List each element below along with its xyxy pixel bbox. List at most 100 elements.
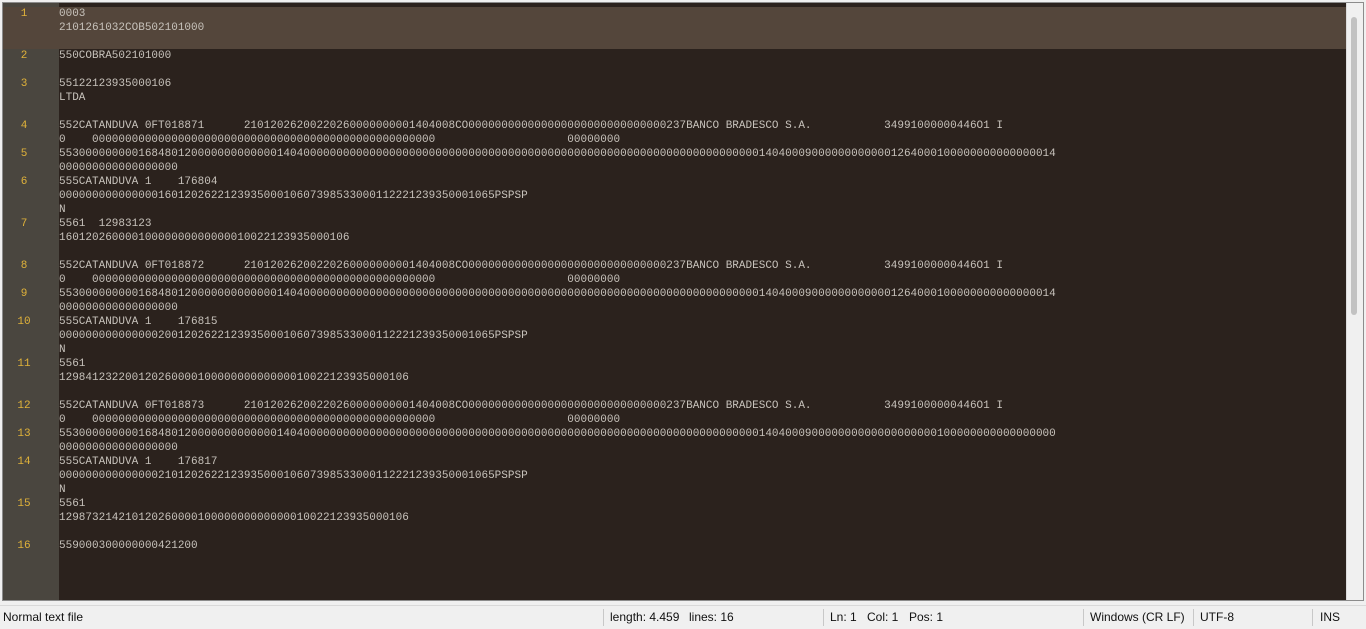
text-segment: 1601202600001000000000000001002212393500… (59, 232, 350, 244)
text-segment: 555CATANDUVA 1 176815 (59, 316, 218, 328)
text-segment: 550COBRA502101000 (59, 50, 172, 62)
editor-line[interactable]: 8 552CATANDUVA 0FT018872 2101202620022026… (3, 259, 1347, 287)
scrollbar-thumb[interactable] (1351, 17, 1357, 315)
text-segment: 5530000000001684801200000000000001404000… (59, 288, 1056, 300)
text-segment: 55122123935000106 (59, 78, 172, 90)
line-number: 14 (17, 456, 31, 468)
line-number: 9 (20, 288, 28, 300)
line-text: 555CATANDUVA 1 176815 (59, 315, 1347, 329)
column-position-label: Col: 1 (867, 610, 899, 624)
status-divider (1193, 609, 1194, 626)
line-number: 11 (17, 358, 31, 370)
line-text: 5530000000001684801200000000000001404000… (59, 147, 1347, 161)
line-position-label: Ln: 1 (830, 610, 857, 624)
text-segment: 555CATANDUVA 1 176817 (59, 456, 218, 468)
text-segment: 0 00000000000000000000000000000000000000… (59, 134, 621, 146)
line-text: 552CATANDUVA 0FT018873 21012026200220260… (59, 399, 1347, 413)
editor-content[interactable]: 1 0003 2101261032COB502101000 2 550COBRA502… (3, 7, 1347, 567)
lines-count-label: lines: 16 (689, 610, 734, 624)
text-segment: 000000000000000000 (59, 442, 178, 454)
status-bar: Normal text file length: 4.459 lines: 16… (0, 605, 1366, 629)
eol-format-label[interactable]: Windows (CR LF) (1090, 606, 1185, 629)
text-segment: 5561 (59, 358, 86, 370)
line-text: 0003 (59, 7, 1347, 21)
line-number: 3 (20, 78, 28, 90)
editor-line[interactable]: 5 553000000000168480120000000000000140400… (3, 147, 1347, 175)
editor-line[interactable]: 6 555CATANDUVA 1 176804 000000000000000160… (3, 175, 1347, 217)
editor-line[interactable]: 10 555CATANDUVA 1 176815 00000000000000020… (3, 315, 1347, 357)
editor-line[interactable]: 4 552CATANDUVA 0FT018871 2101202620022026… (3, 119, 1347, 147)
text-segment: 5530000000001684801200000000000001404000… (59, 428, 1056, 440)
line-text: 55122123935000106 (59, 77, 1347, 91)
text-segment: 2101261032COB502101000 (59, 22, 205, 34)
line-text: 559000300000000421200 (59, 539, 1347, 553)
text-segment (217, 8, 336, 20)
line-number: 6 (20, 176, 28, 188)
line-text: 1601202600001000000000000001002212393500… (59, 231, 1347, 245)
line-text: 0 00000000000000000000000000000000000000… (59, 413, 1347, 427)
line-text: 1298732142101202600001000000000000001002… (59, 511, 1347, 525)
text-segment: 555CATANDUVA 1 176804 (59, 176, 218, 188)
line-text: 0000000000000002101202622123935000106073… (59, 469, 1347, 483)
editor-line[interactable]: 16 559000300000000421200 (3, 539, 1347, 567)
file-type-label: Normal text file (3, 610, 84, 624)
text-segment: 5561 12983123 (59, 218, 152, 230)
line-text: 5561 12983123 (59, 217, 1347, 231)
line-text: LTDA (59, 91, 1347, 105)
editor-line[interactable]: 7 5561 12983123 16012026000010000000000000… (3, 217, 1347, 259)
line-number: 15 (17, 498, 31, 510)
editor-line[interactable]: 11 5561 1298412322001202600001000000000000… (3, 357, 1347, 399)
redacted-text (85, 8, 217, 20)
line-text: 2101261032COB502101000 (59, 21, 1347, 35)
line-text: 552CATANDUVA 0FT018872 21012026200220260… (59, 259, 1347, 273)
status-divider (603, 609, 604, 626)
status-divider (823, 609, 824, 626)
line-text: 5530000000001684801200000000000001404000… (59, 287, 1347, 301)
line-text: 550COBRA502101000 (59, 49, 1347, 63)
editor-line[interactable]: 1 0003 2101261032COB502101000 (3, 7, 1347, 49)
character-position-label: Pos: 1 (909, 610, 944, 624)
text-segment: 5561 (59, 498, 86, 510)
text-segment: N (59, 344, 66, 356)
line-number: 10 (17, 316, 31, 328)
text-editor[interactable]: 1 0003 2101261032COB502101000 2 550COBRA502… (2, 2, 1364, 601)
line-text: 5561 (59, 497, 1347, 511)
encoding-label[interactable]: UTF-8 (1200, 606, 1234, 629)
text-segment: 1298412322001202600001000000000000001002… (59, 372, 409, 384)
length-label: length: 4.459 (610, 610, 680, 624)
editor-line[interactable]: 14 555CATANDUVA 1 176817 00000000000000021… (3, 455, 1347, 497)
status-divider (1312, 609, 1313, 626)
text-segment: 0 00000000000000000000000000000000000000… (59, 414, 621, 426)
line-text: 5530000000001684801200000000000001404000… (59, 427, 1347, 441)
line-text: 555CATANDUVA 1 176804 (59, 175, 1347, 189)
editor-line[interactable]: 9 553000000000168480120000000000000140400… (3, 287, 1347, 315)
line-text: 000000000000000000 (59, 161, 1347, 175)
line-number: 7 (20, 218, 28, 230)
editor-line[interactable]: 13 55300000000016848012000000000000014040… (3, 427, 1347, 455)
line-text: N (59, 203, 1347, 217)
text-segment: 5530000000001684801200000000000001404000… (59, 148, 1056, 160)
redacted-text (171, 78, 263, 90)
line-text: 0 00000000000000000000000000000000000000… (59, 133, 1347, 147)
line-number: 1 (20, 8, 28, 20)
text-segment: 559000300000000421200 (59, 540, 198, 552)
editor-line[interactable]: 12 552CATANDUVA 0FT018873 210120262002202… (3, 399, 1347, 427)
text-segment: 0000000000000002001202622123935000106073… (59, 330, 528, 342)
line-text: 0 00000000000000000000000000000000000000… (59, 273, 1347, 287)
editor-line[interactable]: 3 55122123935000106 LTDA (3, 77, 1347, 119)
line-text: 0000000000000002001202622123935000106073… (59, 329, 1347, 343)
insert-mode-label[interactable]: INS (1320, 606, 1340, 629)
editor-line[interactable]: 2 550COBRA502101000 (3, 49, 1347, 77)
line-text: N (59, 483, 1347, 497)
text-segment: 1298732142101202600001000000000000001002… (59, 512, 409, 524)
text-segment: N (59, 484, 66, 496)
editor-line[interactable]: 15 5561 1298732142101202600001000000000000… (3, 497, 1347, 539)
vertical-scrollbar[interactable] (1346, 3, 1363, 600)
line-text: 555CATANDUVA 1 176817 (59, 455, 1347, 469)
line-number: 16 (17, 540, 31, 552)
text-segment: 000000000000000000 (59, 302, 178, 314)
text-segment: 552CATANDUVA 0FT018871 21012026200220260… (59, 120, 1003, 132)
text-segment: 552CATANDUVA 0FT018873 21012026200220260… (59, 400, 1003, 412)
line-text: 552CATANDUVA 0FT018871 21012026200220260… (59, 119, 1347, 133)
line-text: 000000000000000000 (59, 301, 1347, 315)
